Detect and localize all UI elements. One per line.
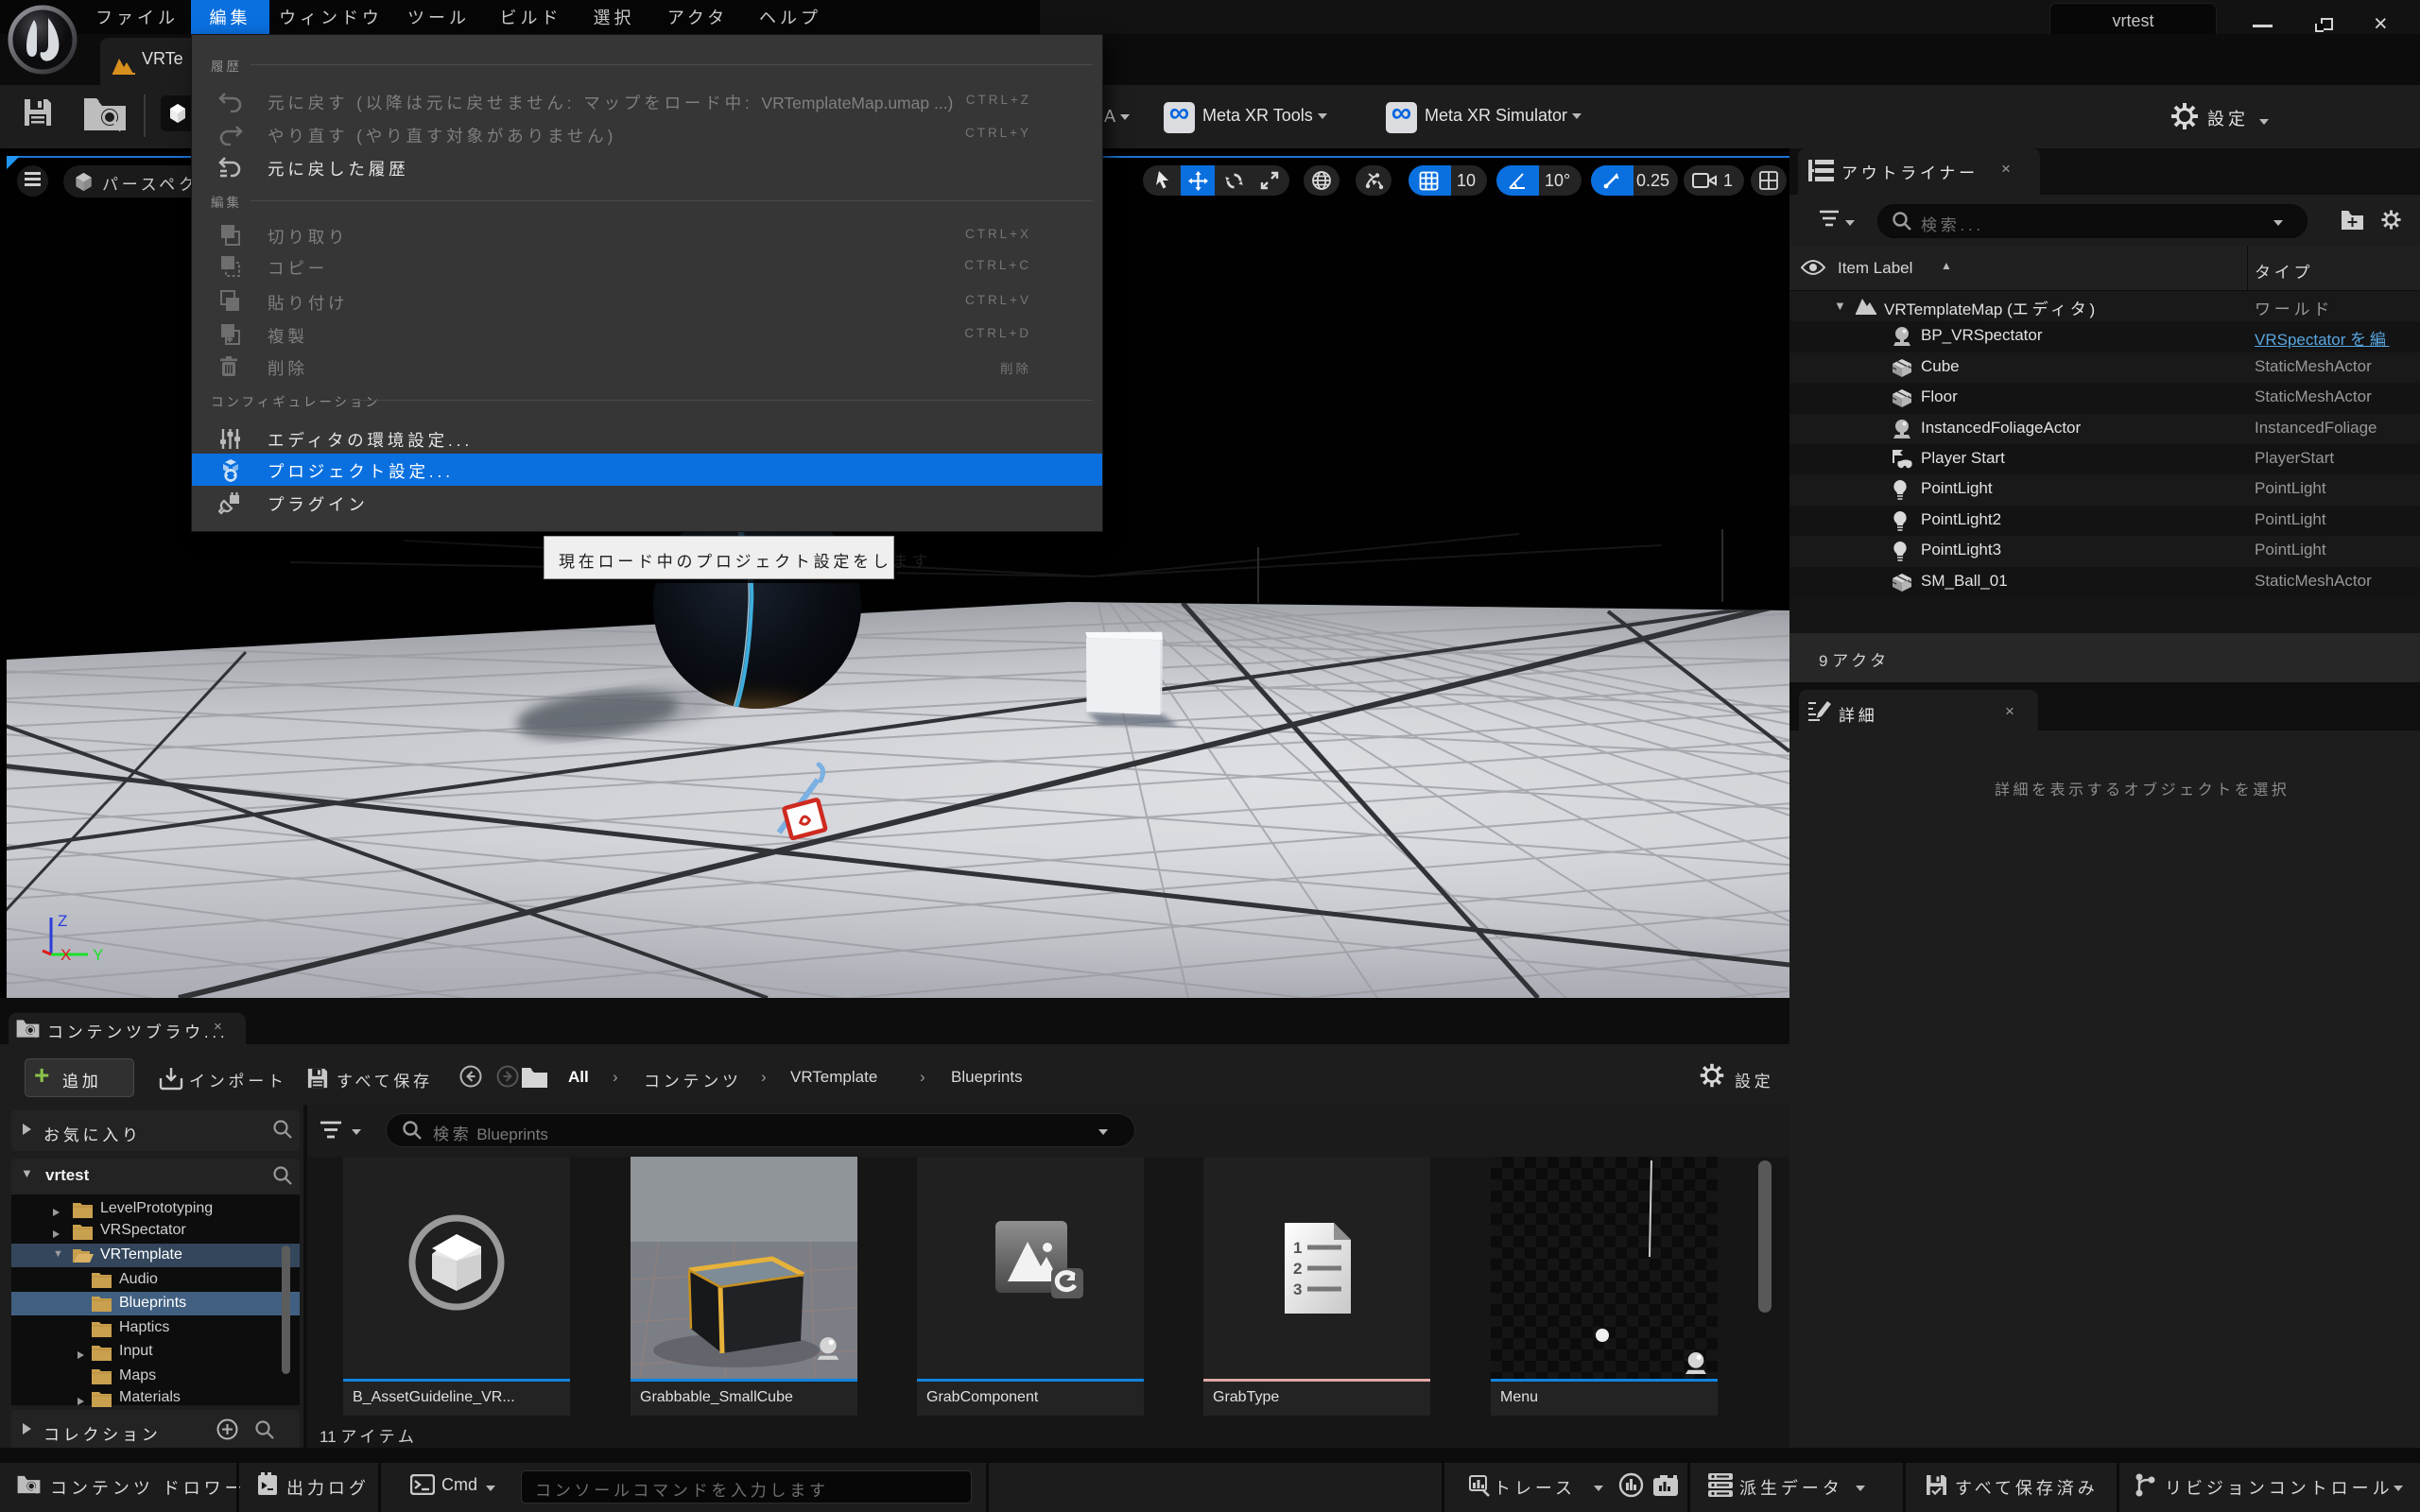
- svg-text:X: X: [60, 946, 71, 964]
- svg-text:3: 3: [1293, 1280, 1302, 1298]
- svg-text:2: 2: [1293, 1260, 1302, 1278]
- svg-text:Z: Z: [58, 912, 67, 930]
- svg-text:Y: Y: [93, 946, 103, 964]
- svg-text:1: 1: [1293, 1239, 1302, 1257]
